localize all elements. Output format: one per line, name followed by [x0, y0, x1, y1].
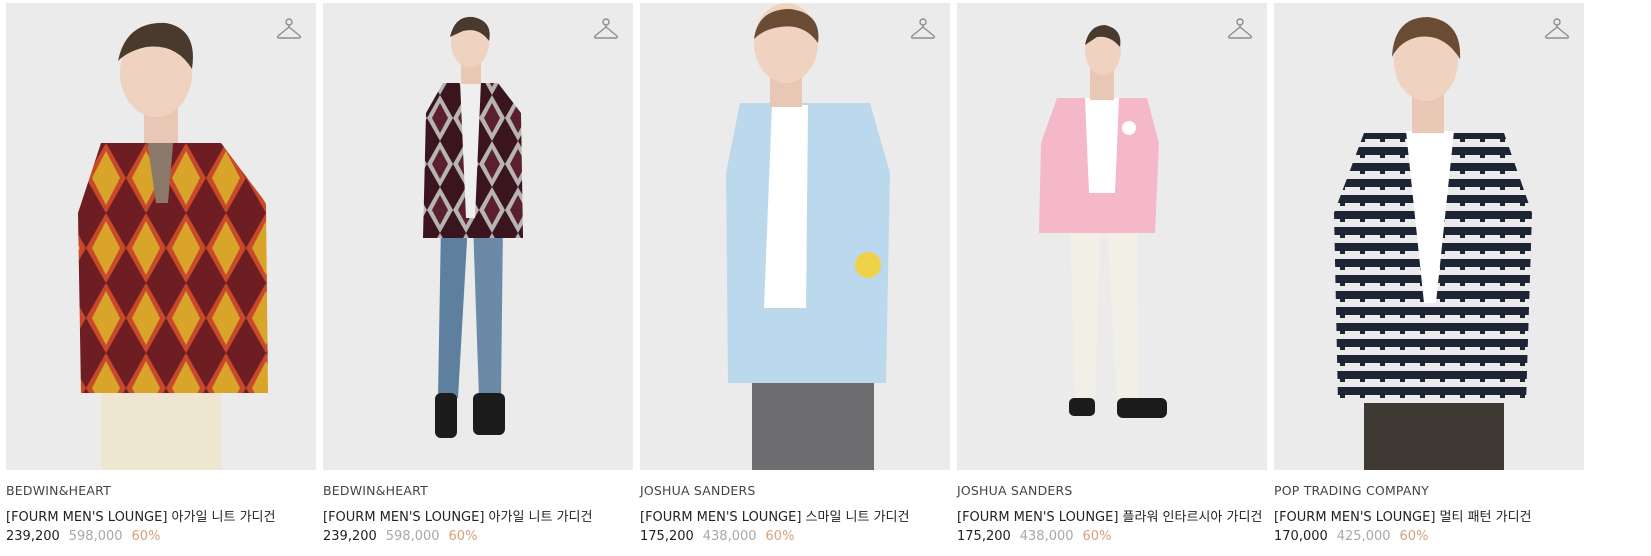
- sale-price: 239,200: [6, 529, 60, 544]
- discount-rate: 60%: [448, 529, 478, 544]
- discount-rate: 60%: [765, 529, 795, 544]
- product-photo-model: [423, 16, 523, 438]
- discount-rate: 60%: [1082, 529, 1112, 544]
- hanger-icon[interactable]: [276, 17, 302, 43]
- product-photo-model: [1039, 25, 1167, 418]
- product-name[interactable]: [FOURM MEN'S LOUNGE] 스마일 니트 가디건: [640, 506, 909, 525]
- original-price: 598,000: [385, 529, 440, 544]
- sale-price: 175,200: [957, 529, 1011, 544]
- product-card[interactable]: JOSHUA SANDERS [FOURM MEN'S LOUNGE] 플라워 …: [957, 3, 1267, 548]
- original-price: 438,000: [1019, 529, 1074, 544]
- discount-rate: 60%: [1399, 529, 1429, 544]
- product-brand[interactable]: POP TRADING COMPANY: [1274, 483, 1429, 498]
- sale-price: 175,200: [640, 529, 694, 544]
- product-brand[interactable]: BEDWIN&HEART: [6, 483, 111, 498]
- sale-price: 170,000: [1274, 529, 1328, 544]
- hanger-icon[interactable]: [1544, 17, 1570, 43]
- original-price: 438,000: [702, 529, 757, 544]
- product-image[interactable]: [6, 3, 316, 470]
- product-photo-model: [78, 22, 268, 470]
- product-price: 170,000 425,000 60%: [1274, 529, 1428, 544]
- product-price: 175,200 438,000 60%: [640, 529, 794, 544]
- product-image[interactable]: [1274, 3, 1584, 470]
- product-brand[interactable]: JOSHUA SANDERS: [640, 483, 756, 498]
- product-image[interactable]: [957, 3, 1267, 470]
- product-brand[interactable]: JOSHUA SANDERS: [957, 483, 1073, 498]
- product-name[interactable]: [FOURM MEN'S LOUNGE] 아가일 니트 가디건: [323, 506, 592, 525]
- product-card[interactable]: JOSHUA SANDERS [FOURM MEN'S LOUNGE] 스마일 …: [640, 3, 950, 548]
- product-card[interactable]: POP TRADING COMPANY [FOURM MEN'S LOUNGE]…: [1274, 3, 1584, 548]
- product-photo-model: [1334, 17, 1532, 470]
- product-name[interactable]: [FOURM MEN'S LOUNGE] 멀티 패턴 가디건: [1274, 506, 1532, 525]
- original-price: 598,000: [68, 529, 123, 544]
- hanger-icon[interactable]: [1227, 17, 1253, 43]
- product-card[interactable]: BEDWIN&HEART [FOURM MEN'S LOUNGE] 아가일 니트…: [323, 3, 633, 548]
- product-image[interactable]: [640, 3, 950, 470]
- product-grid: BEDWIN&HEART [FOURM MEN'S LOUNGE] 아가일 니트…: [0, 0, 1651, 556]
- hanger-icon[interactable]: [910, 17, 936, 43]
- product-price: 239,200 598,000 60%: [6, 529, 160, 544]
- product-image[interactable]: [323, 3, 633, 470]
- product-card[interactable]: BEDWIN&HEART [FOURM MEN'S LOUNGE] 아가일 니트…: [6, 3, 316, 548]
- product-name[interactable]: [FOURM MEN'S LOUNGE] 플라워 인타르시아 가디건: [957, 506, 1262, 525]
- product-price: 175,200 438,000 60%: [957, 529, 1111, 544]
- original-price: 425,000: [1336, 529, 1391, 544]
- product-price: 239,200 598,000 60%: [323, 529, 477, 544]
- sale-price: 239,200: [323, 529, 377, 544]
- hanger-icon[interactable]: [593, 17, 619, 43]
- discount-rate: 60%: [131, 529, 161, 544]
- product-name[interactable]: [FOURM MEN'S LOUNGE] 아가일 니트 가디건: [6, 506, 275, 525]
- product-photo-model: [726, 3, 890, 470]
- product-brand[interactable]: BEDWIN&HEART: [323, 483, 428, 498]
